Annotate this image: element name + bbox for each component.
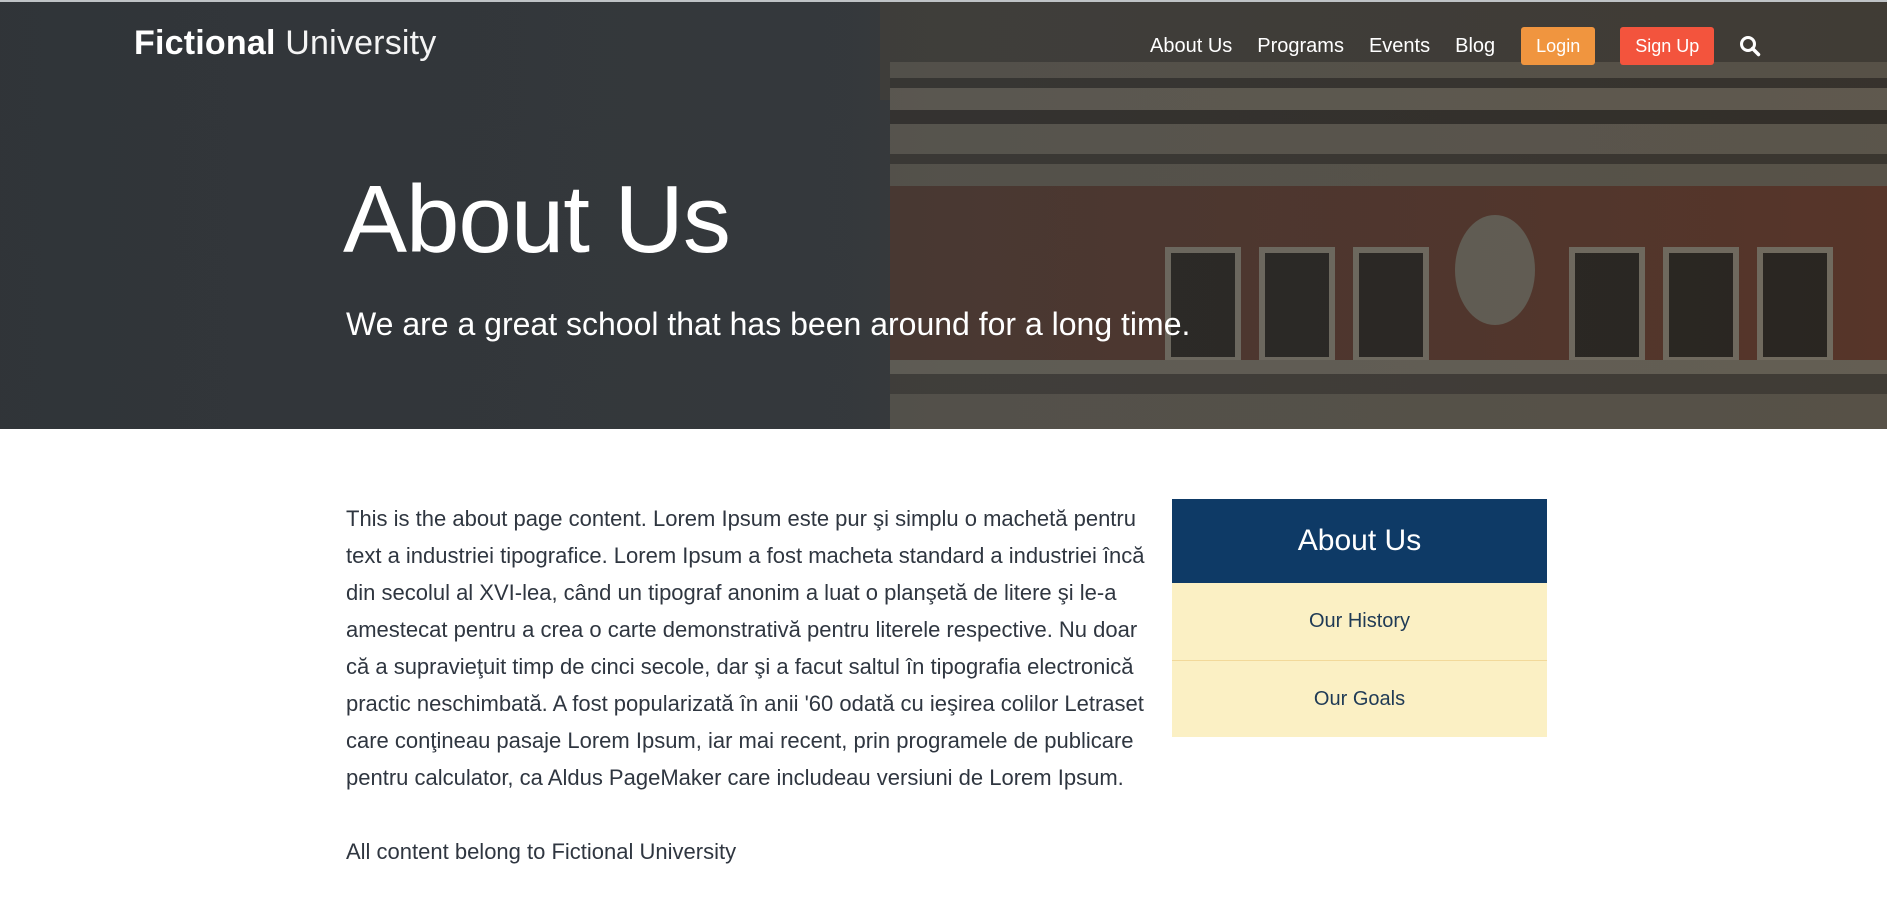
search-icon[interactable]	[1739, 35, 1761, 57]
main-nav: About Us Programs Events Blog Login Sign…	[1150, 27, 1761, 65]
nav-link-about-us[interactable]: About Us	[1150, 35, 1232, 58]
nav-link-programs[interactable]: Programs	[1257, 35, 1344, 58]
main-content: This is the about page content. Lorem Ip…	[346, 500, 1146, 907]
sidebar-item-our-history[interactable]: Our History	[1172, 583, 1547, 660]
page-links-sidebar: About Us Our History Our Goals	[1172, 499, 1547, 737]
content-paragraph: All content belong to Fictional Universi…	[346, 839, 737, 864]
nav-link-blog[interactable]: Blog	[1455, 35, 1495, 58]
logo-bold-text: Fictional	[134, 24, 276, 62]
signup-button[interactable]: Sign Up	[1620, 27, 1715, 65]
top-border	[0, 0, 1887, 2]
page-subtitle: We are a great school that has been arou…	[346, 306, 1191, 342]
page-title: About Us	[343, 166, 731, 273]
logo-light-text: University	[285, 24, 437, 62]
hero-banner: Fictional University About Us Programs E…	[0, 0, 1887, 429]
sidebar-title[interactable]: About Us	[1172, 499, 1547, 583]
site-logo[interactable]: Fictional University	[134, 24, 437, 63]
login-button[interactable]: Login	[1521, 27, 1596, 65]
nav-link-events[interactable]: Events	[1369, 35, 1430, 58]
content-paragraph: This is the about page content. Lorem Ip…	[346, 506, 1145, 790]
sidebar-item-our-goals[interactable]: Our Goals	[1172, 660, 1547, 737]
